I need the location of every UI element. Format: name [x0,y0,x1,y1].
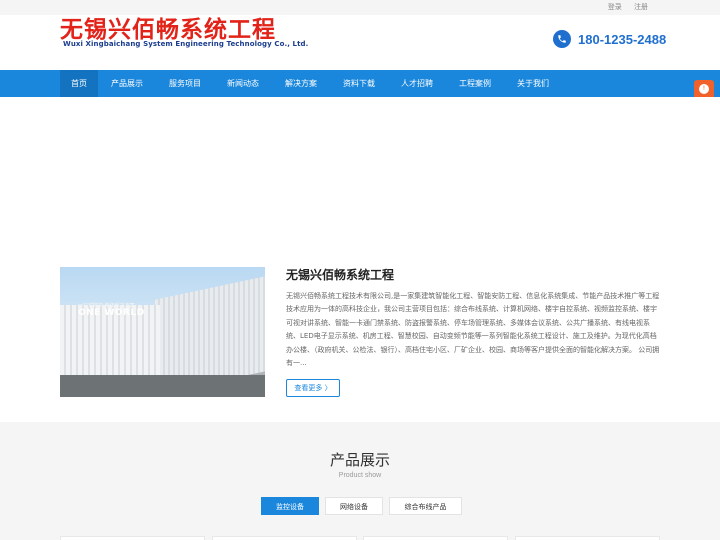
company-image: 一站式防护 整体解决方案 ONE WORLD [60,267,265,397]
product-section-title: 产品展示 [329,451,390,469]
product-cards [60,536,660,540]
nav-item-careers[interactable]: 人才招聘 [388,70,446,97]
phone-number: 180-1235-2488 [578,31,667,47]
register-link[interactable]: 注册 [634,3,648,11]
nav-item-news[interactable]: 新闻动态 [214,70,272,97]
tab-cabling[interactable]: 综合布线产品 [389,497,462,515]
view-more-button[interactable]: 查看更多 〉 [286,379,340,397]
account-links: 登录 注册 [598,2,648,12]
nav-item-solutions[interactable]: 解决方案 [272,70,330,97]
main-nav: 首页 产品展示 服务项目 新闻动态 解决方案 资料下载 人才招聘 工程案例 关于… [0,70,720,97]
nav-item-cases[interactable]: 工程案例 [446,70,504,97]
hero-banner [0,97,720,247]
nav-item-home[interactable]: 首页 [60,70,98,97]
product-section-subtitle: Product show [338,472,382,479]
image-caption-big: ONE WORLD [78,308,145,318]
site-header: 无锡兴佰畅系统工程 Wuxi Xingbaichang System Engin… [0,15,720,70]
product-card[interactable] [211,536,357,540]
hotline: 180-1235-2488 [553,30,666,48]
product-section: 产品展示 Product show 监控设备 网络设备 综合布线产品 [0,422,720,540]
about-description: 无锡兴佰畅系统工程技术有限公司,是一家集建筑智能化工程、智能安防工程、信息化系统… [286,292,660,368]
product-card[interactable] [363,536,509,540]
product-card[interactable] [60,536,205,540]
tab-network[interactable]: 网络设备 [325,497,383,515]
product-card[interactable] [514,536,660,540]
product-tabs: 监控设备 网络设备 综合布线产品 [261,497,468,515]
nav-item-about[interactable]: 关于我们 [504,70,562,97]
nav-item-services[interactable]: 服务项目 [156,70,214,97]
login-link[interactable]: 登录 [608,3,622,11]
chat-icon: ! [699,84,709,94]
tab-monitoring[interactable]: 监控设备 [261,497,319,515]
nav-item-products[interactable]: 产品展示 [98,70,156,97]
logo-chinese[interactable]: 无锡兴佰畅系统工程 [60,10,276,44]
phone-icon [553,30,571,48]
nav-item-downloads[interactable]: 资料下载 [330,70,388,97]
about-title: 无锡兴佰畅系统工程 [286,268,395,282]
logo-english: Wuxi Xingbaichang System Engineering Tec… [63,40,309,48]
